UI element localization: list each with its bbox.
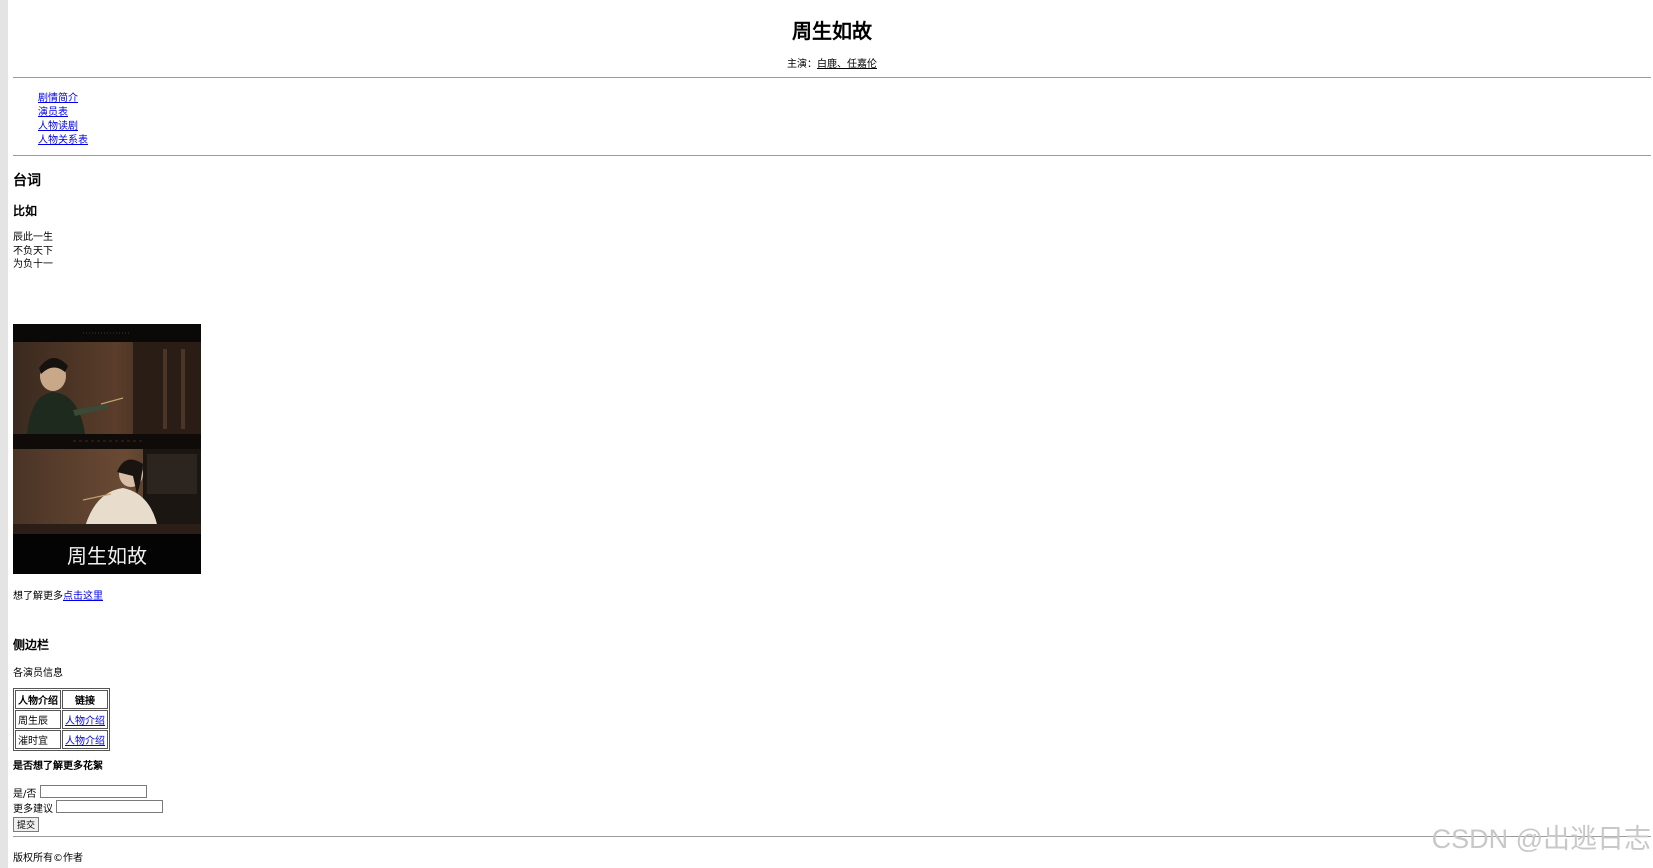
yesno-label: 是/否 [13, 789, 37, 800]
more-prefix: 想了解更多 [13, 591, 63, 602]
nav-list: 剧情简介 演员表 人物读剧 人物关系表 [38, 92, 88, 148]
suggest-input[interactable] [56, 800, 163, 813]
page-title: 周生如故 [792, 19, 872, 43]
poster-title: 周生如故 [67, 544, 147, 568]
table-cell-link: 人物介绍 [62, 730, 108, 749]
quote-line: 不负天下 [13, 245, 53, 257]
more-line: 想了解更多点击这里 [13, 587, 103, 602]
character-link[interactable]: 人物介绍 [65, 716, 105, 727]
table-header-row: 人物介绍 链接 [15, 690, 108, 709]
suggest-label: 更多建议 [13, 804, 53, 815]
quotes-heading: 台词 [13, 173, 41, 189]
window-edge [0, 0, 8, 868]
nav-item-plot[interactable]: 剧情简介 [38, 92, 88, 106]
footer-copyright: 版权所有©作者 [13, 853, 83, 864]
page: 周生如故 主演：白鹿、任嘉伦 剧情简介 演员表 人物读剧 人物关系表 台词 比如… [13, 0, 1651, 868]
starring-link[interactable]: 白鹿、任嘉伦 [817, 59, 877, 70]
nav-item-relations[interactable]: 人物关系表 [38, 134, 88, 148]
table-cell-name: 漼时宜 [15, 730, 61, 749]
sidebar-heading: 侧边栏 [13, 638, 50, 652]
character-link[interactable]: 人物介绍 [65, 736, 105, 747]
table-row: 周生辰 人物介绍 [15, 710, 108, 729]
submit-button[interactable]: 提交 [13, 817, 39, 832]
sidebar-caption: 各演员信息 [13, 668, 63, 679]
quote-line: 辰此一生 [13, 232, 53, 243]
cast-table: 人物介绍 链接 周生辰 人物介绍 漼时宜 人物介绍 [13, 688, 110, 751]
table-header: 链接 [62, 690, 108, 709]
table-cell-name: 周生辰 [15, 710, 61, 729]
poster-image: 周生如故 [13, 324, 201, 574]
quote-lines: 辰此一生 不负天下 为负十一 [13, 231, 53, 272]
divider-nav [13, 155, 1651, 156]
divider-top [13, 77, 1651, 78]
table-row: 漼时宜 人物介绍 [15, 730, 108, 749]
table-cell-link: 人物介绍 [62, 710, 108, 729]
quote-line: 为负十一 [13, 259, 53, 270]
table-header: 人物介绍 [15, 690, 61, 709]
quotes-subheading: 比如 [13, 204, 38, 218]
yesno-input[interactable] [40, 785, 147, 798]
nav-item-characters[interactable]: 人物读剧 [38, 120, 88, 134]
csdn-watermark: CSDN @出逃日志 [1431, 824, 1651, 854]
starring-label: 主演： [787, 59, 817, 70]
divider-footer [13, 836, 1651, 837]
form-heading: 是否想了解更多花絮 [13, 761, 103, 772]
nav-item-cast[interactable]: 演员表 [38, 106, 88, 120]
more-link[interactable]: 点击这里 [63, 591, 103, 602]
starring-line: 主演：白鹿、任嘉伦 [13, 55, 1651, 70]
